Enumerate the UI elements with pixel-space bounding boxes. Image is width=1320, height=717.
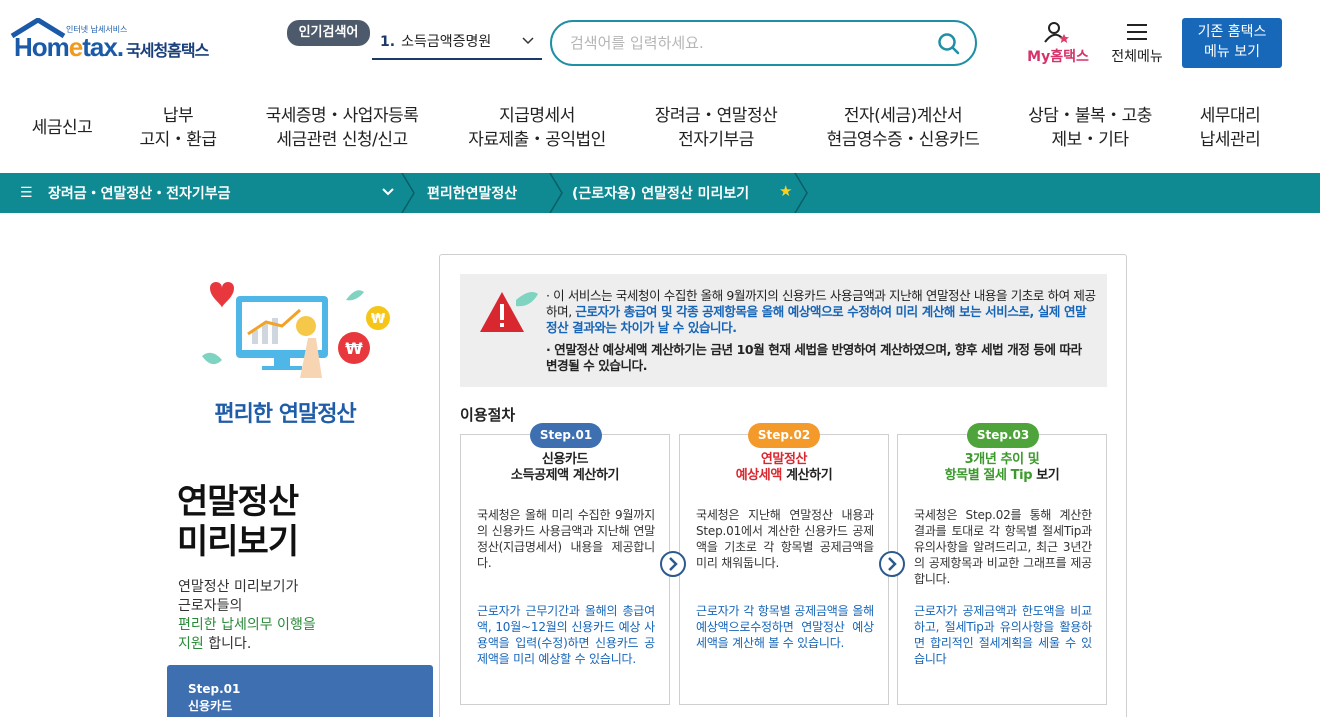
page-title: 연말정산 미리보기 bbox=[177, 482, 299, 562]
step-card-note: 근로자가 근무기간과 올해의 총급여액, 10월~12월의 신용카드 예상 사용… bbox=[477, 604, 655, 666]
popular-rank: 1. bbox=[380, 34, 396, 50]
gnb-item-payment-statement[interactable]: 지급명세서 자료제출・공익법인 bbox=[458, 104, 616, 152]
all-menu-label: 전체메뉴 bbox=[1111, 49, 1163, 65]
search-icon[interactable] bbox=[937, 32, 961, 56]
breadcrumb-separator bbox=[794, 173, 808, 213]
gnb-item-e-invoice[interactable]: 전자(세금)계산서 현금영수증・신용카드 bbox=[814, 104, 992, 152]
step-card-note: 근로자가 각 항목별 공제금액을 올해예상액으로수정하면 연말정산 예상세액을 … bbox=[696, 604, 874, 650]
procedure-title: 이용절차 bbox=[460, 406, 516, 424]
breadcrumb-level2[interactable]: 편리한연말정산 bbox=[427, 183, 517, 203]
old-hometax-menu-button[interactable]: 기존 홈택스 메뉴 보기 bbox=[1182, 18, 1282, 68]
user-star-icon bbox=[1044, 22, 1069, 43]
step-card-title: 신용카드 소득공제액 계산하기 bbox=[510, 452, 620, 483]
search-input[interactable] bbox=[570, 32, 930, 54]
gnb-item-tax-agent[interactable]: 세무대리 납세관리 bbox=[1190, 104, 1270, 152]
warning-icon bbox=[480, 292, 538, 332]
hamburger-icon bbox=[1127, 24, 1147, 40]
popular-term: 소득금액증명원 bbox=[401, 34, 492, 50]
breadcrumb: ☰ 장려금・연말정산・전자기부금 편리한연말정산 (근로자용) 연말정산 미리보… bbox=[0, 173, 1320, 213]
arrow-right-icon bbox=[879, 551, 905, 577]
breadcrumb-level1[interactable]: 장려금・연말정산・전자기부금 bbox=[48, 183, 231, 203]
step-card-body: 국세청은 올해 미리 수집한 9월까지의 신용카드 사용금액과 지난해 연말정산… bbox=[477, 508, 655, 570]
step-card-body: 국세청은 Step.02를 통해 계산한 결과를 토대로 각 항목별 절세Tip… bbox=[914, 508, 1092, 586]
left-step-title: 신용카드 bbox=[188, 699, 233, 713]
notice-box: · 이 서비스는 국세청이 수집한 올해 9월까지의 신용카드 사용금액과 지난… bbox=[460, 274, 1107, 387]
promo-description: 연말정산 미리보기가 근로자들의 편리한 납세의무 이행을 지원 합니다. bbox=[178, 579, 316, 652]
logo-brand: Hometax. bbox=[14, 32, 124, 62]
page-root: { "header": { "logo_brand_pre": "Hom", "… bbox=[0, 0, 1320, 717]
breadcrumb-current: (근로자용) 연말정산 미리보기 bbox=[572, 186, 750, 202]
popular-search-badge: 인기검색어 bbox=[287, 20, 370, 46]
breadcrumb-separator bbox=[549, 173, 563, 213]
step-card-03: 3개년 추이 및 항목별 절세 Tip 보기 국세청은 Step.02를 통해 계… bbox=[897, 434, 1107, 705]
arrow-right-icon bbox=[660, 551, 686, 577]
all-menu-button[interactable]: 전체메뉴 bbox=[1104, 20, 1170, 70]
gnb-item-certificate[interactable]: 국세증명・사업자등록 세금관련 신청/신고 bbox=[256, 104, 428, 152]
old-menu-line1: 기존 홈택스 bbox=[1197, 24, 1267, 40]
monitor-chart-illustration: ₩ ₩ bbox=[202, 282, 390, 378]
gnb-item-payment[interactable]: 납부 고지・환급 bbox=[130, 104, 226, 152]
chevron-down-icon[interactable] bbox=[381, 185, 395, 199]
hometax-logo[interactable]: 인터넷 납세서비스 Hometax. 국세청홈택스 bbox=[8, 18, 223, 70]
chevron-down-icon bbox=[522, 37, 534, 45]
global-nav: 세금신고 납부 고지・환급 국세증명・사업자등록 세금관련 신청/신고 지급명세서 자… bbox=[0, 92, 1320, 172]
breadcrumb-separator bbox=[401, 173, 415, 213]
step-card-title: 연말정산 예상세액 계산하기 bbox=[735, 452, 833, 483]
left-step-01-button[interactable]: Step.01 신용카드 bbox=[167, 665, 433, 717]
step-badge-02: Step.02 bbox=[748, 423, 820, 448]
menu-lines-icon[interactable]: ☰ bbox=[20, 185, 33, 201]
favorite-star-icon[interactable]: ★ bbox=[779, 182, 792, 200]
popular-search-select[interactable]: 1. 소득금액증명원 bbox=[372, 28, 542, 60]
step-badge-03: Step.03 bbox=[967, 423, 1039, 448]
my-hometax-label: My홈택스 bbox=[1027, 49, 1089, 65]
step-card-body: 국세청은 지난해 연말정산 내용과 Step.01에서 계산한 신용카드 공제액… bbox=[696, 508, 874, 570]
gnb-item-consult[interactable]: 상담・불복・고충 제보・기타 bbox=[1020, 104, 1160, 152]
promo-title: 편리한 연말정산 bbox=[214, 402, 356, 427]
notice-text: · 이 서비스는 국세청이 수집한 올해 9월까지의 신용카드 사용금액과 지난… bbox=[546, 288, 1096, 373]
left-step-label: Step.01 bbox=[188, 682, 241, 696]
search-box bbox=[550, 20, 977, 66]
gnb-item-tax-report[interactable]: 세금신고 bbox=[30, 116, 94, 140]
header: 인터넷 납세서비스 Hometax. 국세청홈택스 인기검색어 1. 소득금액증명… bbox=[0, 0, 1320, 90]
svg-text:₩: ₩ bbox=[371, 312, 386, 327]
step-card-01: 신용카드 소득공제액 계산하기 국세청은 올해 미리 수집한 9월까지의 신용카드… bbox=[460, 434, 670, 705]
step-card-title: 3개년 추이 및 항목별 절세 Tip 보기 bbox=[944, 452, 1060, 483]
step-badge-01: Step.01 bbox=[530, 423, 602, 448]
old-menu-line2: 메뉴 보기 bbox=[1204, 44, 1260, 60]
my-hometax-button[interactable]: My홈택스 bbox=[1022, 20, 1094, 70]
logo-kor-name: 국세청홈택스 bbox=[126, 41, 209, 60]
step-card-note: 근로자가 공제금액과 한도액을 비교하고, 절세Tip과 유의사항을 활용하면 … bbox=[914, 604, 1092, 666]
svg-text:₩: ₩ bbox=[345, 339, 363, 358]
gnb-item-year-end[interactable]: 장려금・연말정산 전자기부금 bbox=[646, 104, 786, 152]
step-card-02: 연말정산 예상세액 계산하기 국세청은 지난해 연말정산 내용과 Step.01에… bbox=[679, 434, 889, 705]
